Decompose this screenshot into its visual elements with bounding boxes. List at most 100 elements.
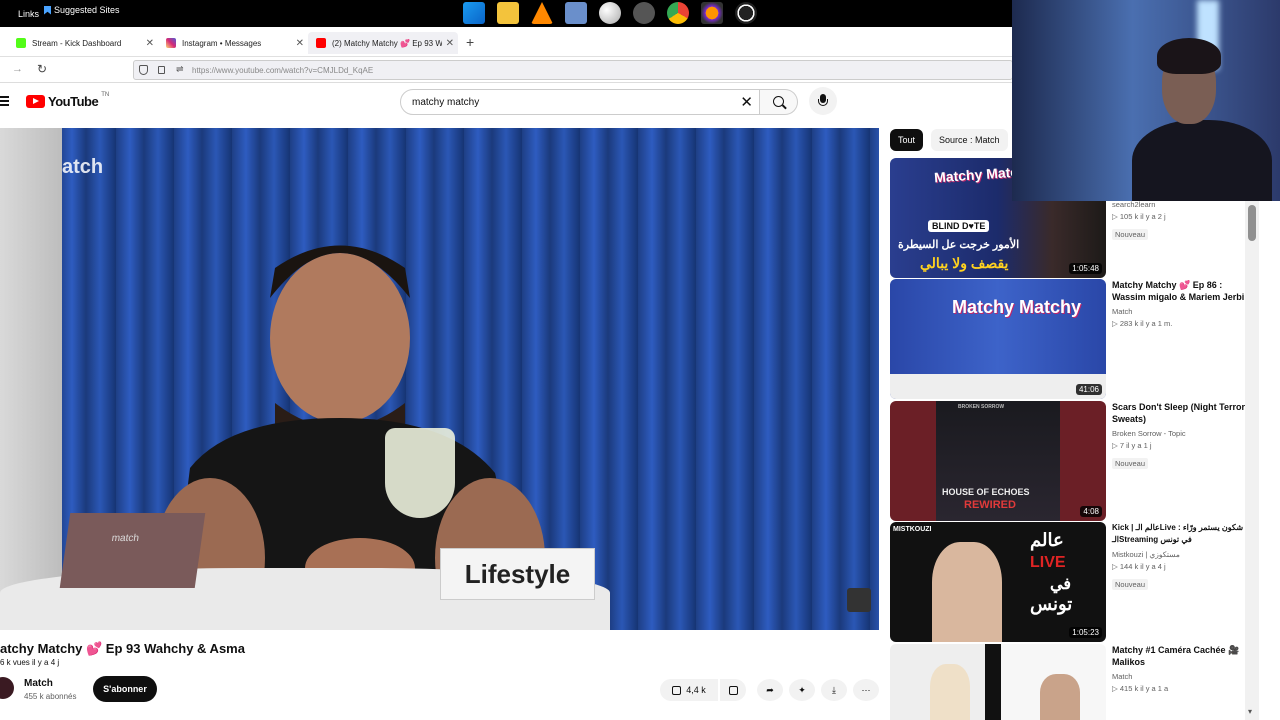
album-art: BROKEN SORROW HOUSE OF ECHOES REWIRED: [936, 401, 1060, 521]
list-item[interactable]: BROKEN SORROW HOUSE OF ECHOES REWIRED 4:…: [890, 401, 1250, 521]
lock-icon[interactable]: [158, 66, 165, 74]
download-button[interactable]: ⤓: [821, 679, 847, 701]
subscriber-count: 455 k abonnés: [24, 692, 77, 701]
video-stats: 6 k vues il y a 4 j: [0, 658, 60, 667]
links-label[interactable]: Links: [18, 9, 39, 19]
close-tab-icon[interactable]: ✕: [146, 38, 154, 49]
shield-icon[interactable]: [139, 65, 148, 75]
thumbnail-person: [932, 542, 1002, 642]
scrollbar-thumb[interactable]: [1248, 205, 1256, 241]
url-text[interactable]: https://www.youtube.com/watch?v=CMJLDd_K…: [192, 66, 373, 75]
permissions-icon[interactable]: ⇌: [176, 64, 184, 75]
new-badge: Nouveau: [1112, 458, 1149, 469]
thumbnail-person: [930, 664, 970, 720]
album-subtitle: REWIRED: [964, 499, 1016, 511]
menu-icon[interactable]: [0, 96, 9, 106]
album-title: HOUSE OF ECHOES: [942, 487, 1030, 497]
tab-youtube[interactable]: (2) Matchy Matchy 💕 Ep 93 Wah ✕: [308, 32, 458, 54]
chip-all[interactable]: Tout: [890, 129, 924, 151]
video-channel[interactable]: Match: [1112, 672, 1252, 681]
video-title[interactable]: Kick | عالم الـLive : شكون يستمر ورّاء ا…: [1112, 522, 1252, 546]
video-thumbnail[interactable]: BROKEN SORROW HOUSE OF ECHOES REWIRED 4:…: [890, 401, 1106, 521]
avatar[interactable]: [0, 677, 14, 699]
scrollbar[interactable]: [1245, 200, 1259, 720]
video-thumbnail[interactable]: MISTKOUZI عالم LIVE في تونس 1:05:23: [890, 522, 1106, 642]
voice-search-button[interactable]: [809, 87, 837, 115]
clear-icon[interactable]: ✕: [740, 93, 753, 111]
video-info: Matchy Matchy 💕 Ep 86 : Wassim migalo & …: [1112, 279, 1252, 331]
video-channel[interactable]: Mistkouzi | مستكوزي: [1112, 550, 1252, 559]
microphone-stand: [818, 99, 828, 106]
channel-corner-logo[interactable]: [847, 588, 871, 612]
ask-button[interactable]: ✦: [789, 679, 815, 701]
search-button[interactable]: [760, 89, 798, 115]
video-thumbnail[interactable]: Matchy Matchy 41:06: [890, 279, 1106, 399]
thumbnail-person-2: [1040, 674, 1080, 720]
youtube-play-icon: [26, 95, 45, 108]
taskbar-icons: [463, 2, 757, 24]
thumbnail-table: [890, 374, 1106, 399]
instagram-icon: [166, 38, 176, 48]
sphere-icon[interactable]: [599, 2, 621, 24]
subscribe-button[interactable]: S'abonner: [93, 676, 157, 702]
video-thumbnail[interactable]: [890, 644, 1106, 720]
webcam-hair: [1157, 38, 1221, 74]
video-channel[interactable]: Match: [1112, 307, 1252, 316]
video-title[interactable]: Matchy #1 Caméra Cachée 🎥 Malikos: [1112, 644, 1252, 668]
tab-instagram[interactable]: Instagram • Messages ✕: [158, 32, 308, 54]
suggested-sites[interactable]: Suggested Sites: [44, 5, 120, 15]
windows-icon[interactable]: [463, 2, 485, 24]
youtube-wordmark: YouTube: [48, 94, 99, 109]
satellite-icon[interactable]: [633, 2, 655, 24]
like-count: 4,4 k: [686, 685, 706, 695]
wine-glass: [385, 428, 455, 518]
dislike-button[interactable]: [720, 679, 746, 701]
country-code: TN: [101, 91, 110, 98]
firefox-icon[interactable]: [701, 2, 723, 24]
video-title[interactable]: Scars Don't Sleep (Night Terror Sweats): [1112, 401, 1252, 425]
scroll-down-icon[interactable]: ▾: [1248, 707, 1252, 716]
video-player[interactable]: atch match Lifestyle: [0, 128, 879, 630]
list-item[interactable]: Matchy Matchy 41:06 Matchy Matchy 💕 Ep 8…: [890, 279, 1250, 399]
search-icon: [773, 96, 784, 107]
like-button[interactable]: 4,4 k: [660, 679, 718, 701]
new-tab-icon[interactable]: +: [466, 34, 474, 50]
tab-kick[interactable]: Stream - Kick Dashboard ✕: [8, 32, 158, 54]
thumbnail-arabic-3: تونس: [1030, 594, 1073, 614]
thumbnail-arabic-2: في: [1050, 576, 1071, 593]
file-explorer-icon[interactable]: [497, 2, 519, 24]
tab-label: (2) Matchy Matchy 💕 Ep 93 Wah: [332, 38, 442, 48]
prop-text: match: [110, 533, 140, 544]
chip-source-match[interactable]: Source : Match: [931, 129, 1008, 151]
thumbnail-divider: [985, 644, 1001, 720]
vlc-icon[interactable]: [531, 2, 553, 24]
match-box-prop: match: [59, 513, 206, 588]
share-button[interactable]: ➦: [757, 679, 783, 701]
suggested-sites-label: Suggested Sites: [54, 5, 120, 15]
list-item[interactable]: Matchy #1 Caméra Cachée 🎥 Malikos Match …: [890, 644, 1250, 720]
channel-name[interactable]: Match: [24, 678, 53, 689]
video-meta: ▷ 7 il y a 1 j: [1112, 441, 1152, 450]
thumbnail-arabic-2: يقصف ولا يبالي: [920, 255, 1009, 271]
video-channel[interactable]: Broken Sorrow - Topic: [1112, 429, 1252, 438]
search-query[interactable]: matchy matchy: [412, 97, 479, 108]
taskbar: Links Suggested Sites: [0, 0, 1012, 27]
close-tab-icon[interactable]: ✕: [446, 38, 454, 49]
video-channel[interactable]: search2learn: [1112, 200, 1252, 209]
list-item[interactable]: MISTKOUZI عالم LIVE في تونس 1:05:23 Kick…: [890, 522, 1250, 642]
address-bar[interactable]: ⇌ https://www.youtube.com/watch?v=CMJLDd…: [133, 60, 1013, 80]
remote-icon[interactable]: [565, 2, 587, 24]
chrome-icon[interactable]: [667, 2, 689, 24]
obs-icon[interactable]: [735, 2, 757, 24]
kick-icon: [16, 38, 26, 48]
search-input[interactable]: matchy matchy ✕: [400, 89, 760, 115]
video-title[interactable]: Matchy Matchy 💕 Ep 86 : Wassim migalo & …: [1112, 279, 1252, 303]
tab-label: Stream - Kick Dashboard: [32, 38, 122, 48]
youtube-logo[interactable]: YouTube TN: [26, 91, 110, 109]
reload-icon[interactable]: ↻: [37, 62, 47, 76]
forward-icon[interactable]: →: [12, 63, 23, 75]
video-meta: ▷ 105 k il y a 2 j: [1112, 212, 1166, 221]
more-actions-button[interactable]: ⋯: [853, 679, 879, 701]
video-info: Scars Don't Sleep (Night Terror Sweats) …: [1112, 401, 1252, 471]
close-tab-icon[interactable]: ✕: [296, 38, 304, 49]
